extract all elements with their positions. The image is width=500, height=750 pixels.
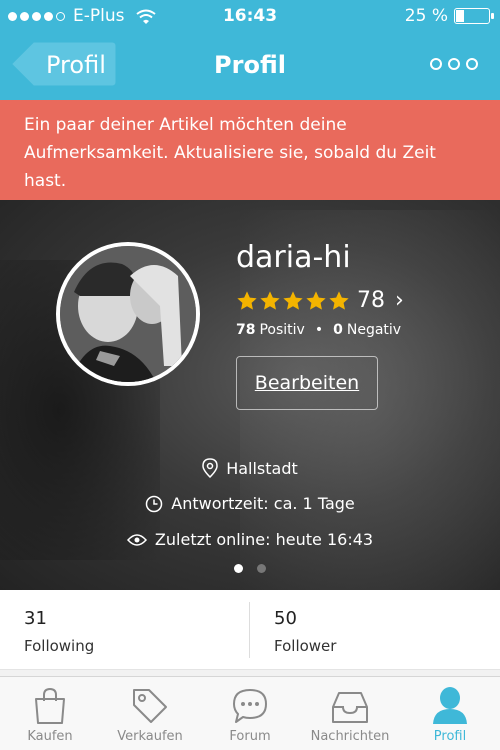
attention-banner[interactable]: Ein paar deiner Artikel möchten deine Au… — [0, 100, 500, 200]
review-breakdown: 78 Positiv • 0 Negativ — [236, 322, 401, 338]
avatar[interactable] — [56, 242, 200, 386]
follow-stats: 31 Following 50 Follower — [0, 590, 500, 670]
following-label: Following — [24, 637, 95, 655]
username: daria-hi — [236, 240, 351, 275]
positive-count: 78 — [236, 322, 256, 338]
rating-count: 78 — [357, 288, 385, 313]
star-icon — [237, 290, 257, 310]
status-bar: E-Plus 16:43 25 % — [0, 0, 500, 32]
following-stat[interactable]: 31 Following — [24, 608, 94, 655]
follower-label: Follower — [274, 637, 337, 655]
profile-header: daria-hi 78 › 78 Positiv • 0 Negativ Bea… — [0, 200, 500, 590]
tab-bar: Kaufen Verkaufen Forum Nachrichten Profi… — [0, 676, 500, 750]
tab-kaufen[interactable]: Kaufen — [0, 677, 100, 750]
follower-stat[interactable]: 50 Follower — [274, 608, 336, 655]
inbox-icon — [332, 692, 368, 723]
star-icon — [260, 290, 280, 310]
page-dot[interactable] — [257, 564, 266, 573]
more-options-icon[interactable] — [430, 58, 478, 70]
star-icon — [283, 290, 303, 310]
tab-label: Forum — [229, 729, 271, 744]
chevron-right-icon: › — [395, 288, 404, 313]
negative-count: 0 — [333, 322, 343, 338]
follower-count: 50 — [274, 608, 297, 629]
stats-divider — [249, 602, 250, 658]
response-time-row: Antwortzeit: ca. 1 Tage — [0, 494, 500, 513]
navigation-bar: Profil Profil — [0, 32, 500, 100]
edit-profile-button[interactable]: Bearbeiten — [236, 356, 378, 410]
location-row: Hallstadt — [0, 458, 500, 478]
banner-message: Ein paar deiner Artikel möchten deine Au… — [24, 115, 436, 191]
shopping-bag-icon — [35, 687, 65, 724]
rating-summary[interactable]: 78 › — [236, 288, 404, 313]
page-indicator[interactable] — [0, 564, 500, 573]
location-pin-icon — [202, 458, 218, 478]
tab-forum[interactable]: Forum — [200, 677, 300, 750]
tab-label: Kaufen — [27, 729, 73, 744]
following-count: 31 — [24, 608, 47, 629]
last-online-text: Zuletzt online: heute 16:43 — [154, 530, 374, 549]
price-tag-icon — [133, 689, 167, 723]
eye-icon — [126, 533, 147, 546]
separator-dot: • — [314, 322, 324, 338]
location-text: Hallstadt — [226, 458, 298, 478]
star-rating — [236, 290, 351, 312]
person-icon — [433, 687, 467, 724]
page-title: Profil — [214, 51, 286, 79]
star-icon — [306, 290, 326, 310]
last-online-row: Zuletzt online: heute 16:43 — [0, 530, 500, 549]
battery-percentage: 25 % — [404, 6, 448, 26]
clock-icon — [146, 495, 163, 512]
tab-verkaufen[interactable]: Verkaufen — [100, 677, 200, 750]
negative-label: Negativ — [346, 322, 402, 338]
tab-label: Verkaufen — [117, 729, 183, 744]
tab-profil[interactable]: Profil — [400, 677, 500, 750]
battery-status: 25 % — [404, 6, 494, 26]
tab-label: Profil — [433, 729, 467, 744]
tab-nachrichten[interactable]: Nachrichten — [300, 677, 400, 750]
page-dot[interactable] — [234, 564, 243, 573]
positive-label: Positiv — [259, 322, 305, 338]
star-icon — [329, 290, 349, 310]
battery-icon — [454, 8, 494, 24]
response-time-text: Antwortzeit: ca. 1 Tage — [171, 494, 355, 513]
tab-label: Nachrichten — [310, 729, 390, 744]
avatar-photo — [60, 246, 196, 382]
chat-bubble-icon — [233, 689, 267, 723]
